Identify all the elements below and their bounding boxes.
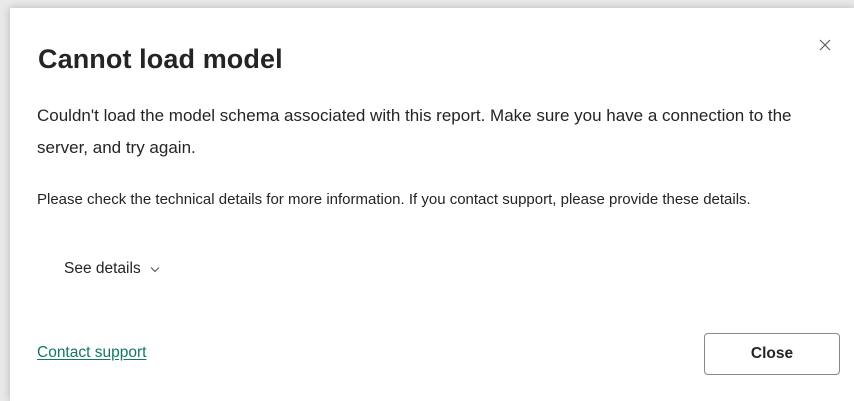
see-details-toggle[interactable]: See details bbox=[64, 260, 160, 278]
dialog-title: Cannot load model bbox=[38, 44, 283, 74]
dialog-close-button[interactable] bbox=[816, 36, 834, 54]
close-icon bbox=[819, 39, 831, 51]
contact-support-link[interactable]: Contact support bbox=[37, 344, 146, 362]
details-hint: Please check the technical details for m… bbox=[37, 191, 751, 208]
error-dialog: Cannot load model Couldn't load the mode… bbox=[10, 8, 854, 401]
error-message: Couldn't load the model schema associate… bbox=[37, 106, 792, 157]
chevron-down-icon bbox=[150, 266, 160, 273]
close-button[interactable]: Close bbox=[704, 333, 840, 375]
see-details-label: See details bbox=[64, 260, 141, 277]
